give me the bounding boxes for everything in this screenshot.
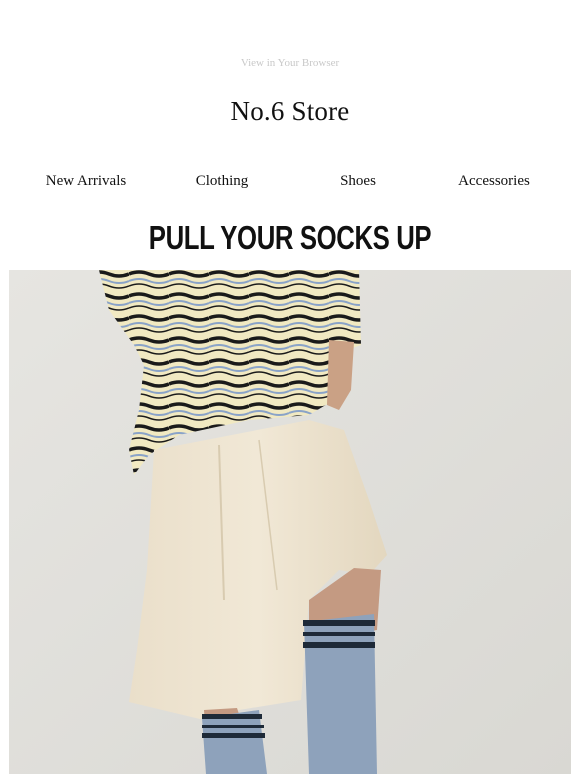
store-logo[interactable]: No.6 Store [0,96,580,127]
hero-headline: PULL YOUR SOCKS UP [148,219,432,256]
view-in-browser-link[interactable]: View in Your Browser [0,57,580,69]
hero-image-link[interactable] [9,270,571,774]
nav-item-shoes[interactable]: Shoes [340,173,376,190]
nav-item-clothing[interactable]: Clothing [196,173,249,190]
hero-photo [9,270,571,774]
main-nav: New Arrivals Clothing Shoes Accessories [0,173,580,193]
nav-item-accessories[interactable]: Accessories [458,173,530,190]
nav-item-new-arrivals[interactable]: New Arrivals [46,173,126,190]
